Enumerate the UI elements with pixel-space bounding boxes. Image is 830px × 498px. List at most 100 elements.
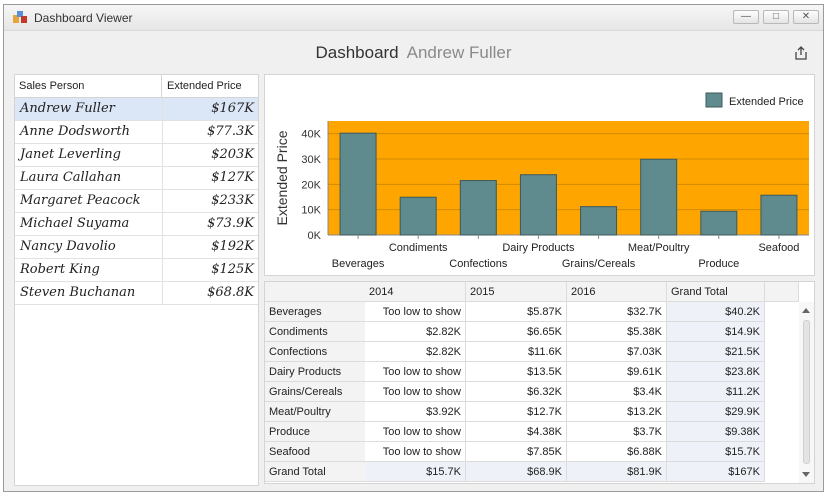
- sales-person-name: Anne Dodsworth: [20, 124, 130, 139]
- grid-header-sales-person[interactable]: Sales Person: [15, 75, 162, 97]
- grid-row[interactable]: Robert King $125K: [15, 259, 258, 282]
- sales-person-name: Michael Suyama: [20, 216, 130, 231]
- pivot-value-cell: $15.7K: [667, 442, 765, 462]
- pivot-column-header[interactable]: 2016: [567, 282, 667, 302]
- pivot-value-cell: $7.03K: [567, 342, 667, 362]
- x-tick-label: Confections: [449, 258, 508, 270]
- chart-bar: [459, 180, 497, 236]
- extended-price-value: $233K: [211, 193, 254, 208]
- chart-panel: 0K 10K 20K 30K 40K Extended Price Beverages Con…: [264, 74, 815, 276]
- scroll-down-arrow-icon[interactable]: [802, 472, 810, 477]
- pivot-row-header[interactable]: Condiments: [265, 322, 366, 342]
- scroll-up-arrow-icon[interactable]: [802, 308, 810, 313]
- chart-bar: [519, 174, 557, 236]
- pivot-value-cell: $11.2K: [667, 382, 765, 402]
- pivot-value-cell: $68.9K: [466, 462, 567, 482]
- grid-row[interactable]: Steven Buchanan $68.8K: [15, 282, 258, 305]
- scrollbar-thumb[interactable]: [803, 320, 810, 464]
- sales-person-name: Steven Buchanan: [20, 285, 136, 300]
- maximize-button[interactable]: □: [763, 10, 789, 24]
- pivot-row-header[interactable]: Produce: [265, 422, 366, 442]
- pivot-value-cell: Too low to show: [365, 382, 466, 402]
- chart-bar: [700, 210, 738, 236]
- y-tick-label: 40K: [301, 129, 321, 141]
- x-tick-label: Beverages: [332, 258, 385, 270]
- pivot-row: Produce Too low to show $4.38K $3.7K $9.38K: [265, 422, 799, 442]
- y-axis-label: Extended Price: [274, 130, 290, 225]
- grid-row[interactable]: Michael Suyama $73.9K: [15, 213, 258, 236]
- column-divider: [162, 144, 163, 166]
- pivot-value-cell: $21.5K: [667, 342, 765, 362]
- pivot-column-header[interactable]: Grand Total: [667, 282, 765, 302]
- pivot-row-header[interactable]: Grains/Cereals: [265, 382, 366, 402]
- pivot-value-cell: $12.7K: [466, 402, 567, 422]
- column-divider: [162, 259, 163, 281]
- pivot-row: Confections $2.82K $11.6K $7.03K $21.5K: [265, 342, 799, 362]
- x-tick-label: Meat/Poultry: [628, 242, 690, 254]
- chart-bar: [760, 194, 798, 236]
- dashboard-header: Dashboard Andrew Fuller: [4, 31, 823, 73]
- close-button[interactable]: ✕: [793, 10, 819, 24]
- pivot-value-cell: $32.7K: [567, 302, 667, 322]
- pivot-column-header[interactable]: 2015: [466, 282, 567, 302]
- pivot-row-header[interactable]: Grand Total: [265, 462, 366, 482]
- grid-row[interactable]: Janet Leverling $203K: [15, 144, 258, 167]
- grid-row[interactable]: Andrew Fuller $167K: [15, 98, 258, 121]
- sales-person-name: Andrew Fuller: [20, 101, 115, 116]
- pivot-row: Seafood Too low to show $7.85K $6.88K $15.7K: [265, 442, 799, 462]
- sales-person-name: Margaret Peacock: [20, 193, 141, 208]
- pivot-row-header[interactable]: Confections: [265, 342, 366, 362]
- pivot-row: Meat/Poultry $3.92K $12.7K $13.2K $29.9K: [265, 402, 799, 422]
- column-divider: [162, 213, 163, 235]
- pivot-value-cell: $5.38K: [567, 322, 667, 342]
- pivot-value-cell: $3.7K: [567, 422, 667, 442]
- grid-row[interactable]: Laura Callahan $127K: [15, 167, 258, 190]
- export-icon[interactable]: [793, 45, 809, 61]
- pivot-value-cell: $2.82K: [365, 342, 466, 362]
- pivot-header-row: 2014 2015 2016 Grand Total: [265, 282, 799, 302]
- pivot-value-cell: $29.9K: [667, 402, 765, 422]
- title-bar: Dashboard Viewer — □ ✕: [4, 5, 823, 31]
- column-divider: [162, 98, 163, 120]
- pivot-vertical-scrollbar[interactable]: [799, 302, 814, 483]
- pivot-value-cell: Too low to show: [365, 302, 466, 322]
- pivot-value-cell: $6.65K: [466, 322, 567, 342]
- grid-row[interactable]: Nancy Davolio $192K: [15, 236, 258, 259]
- window-title: Dashboard Viewer: [34, 11, 133, 25]
- pivot-row-header[interactable]: Dairy Products: [265, 362, 366, 382]
- y-tick-label: 0K: [308, 230, 322, 242]
- grid-header-extended-price[interactable]: Extended Price: [163, 75, 258, 97]
- grid-header: Sales Person Extended Price: [15, 75, 258, 98]
- extended-price-value: $68.8K: [207, 285, 254, 300]
- dashboard-title-line: Dashboard Andrew Fuller: [4, 43, 823, 63]
- pivot-row-header[interactable]: Meat/Poultry: [265, 402, 366, 422]
- dashboard-title: Dashboard: [315, 43, 399, 62]
- sales-person-name: Janet Leverling: [20, 147, 121, 162]
- pivot-value-cell: $2.82K: [365, 322, 466, 342]
- pivot-value-cell: $13.2K: [567, 402, 667, 422]
- y-tick-label: 20K: [301, 179, 321, 191]
- pivot-value-cell: Too low to show: [365, 362, 466, 382]
- minimize-button[interactable]: —: [733, 10, 759, 24]
- extended-price-value: $127K: [211, 170, 254, 185]
- chart-bar: [339, 132, 377, 236]
- x-tick-label: Produce: [698, 258, 739, 270]
- pivot-row-header[interactable]: Beverages: [265, 302, 366, 322]
- bar-chart: 0K 10K 20K 30K 40K Extended Price Beverages Con…: [274, 92, 809, 270]
- column-divider: [162, 190, 163, 212]
- sales-person-name: Nancy Davolio: [20, 239, 116, 254]
- grid-row[interactable]: Anne Dodsworth $77.3K: [15, 121, 258, 144]
- dashboard-viewer-window: Dashboard Viewer — □ ✕ Dashboard Andrew F…: [3, 4, 824, 492]
- pivot-value-cell: $5.87K: [466, 302, 567, 322]
- pivot-row: Beverages Too low to show $5.87K $32.7K $40.…: [265, 302, 799, 322]
- pivot-row-header[interactable]: Seafood: [265, 442, 366, 462]
- pivot-column-header[interactable]: 2014: [365, 282, 466, 302]
- pivot-corner-cell: [265, 282, 366, 302]
- pivot-value-cell: $81.9K: [567, 462, 667, 482]
- grid-row[interactable]: Margaret Peacock $233K: [15, 190, 258, 213]
- legend-label: Extended Price: [729, 96, 804, 108]
- pivot-row: Condiments $2.82K $6.65K $5.38K $14.9K: [265, 322, 799, 342]
- pivot-value-cell: $40.2K: [667, 302, 765, 322]
- extended-price-value: $192K: [211, 239, 254, 254]
- pivot-value-cell: $4.38K: [466, 422, 567, 442]
